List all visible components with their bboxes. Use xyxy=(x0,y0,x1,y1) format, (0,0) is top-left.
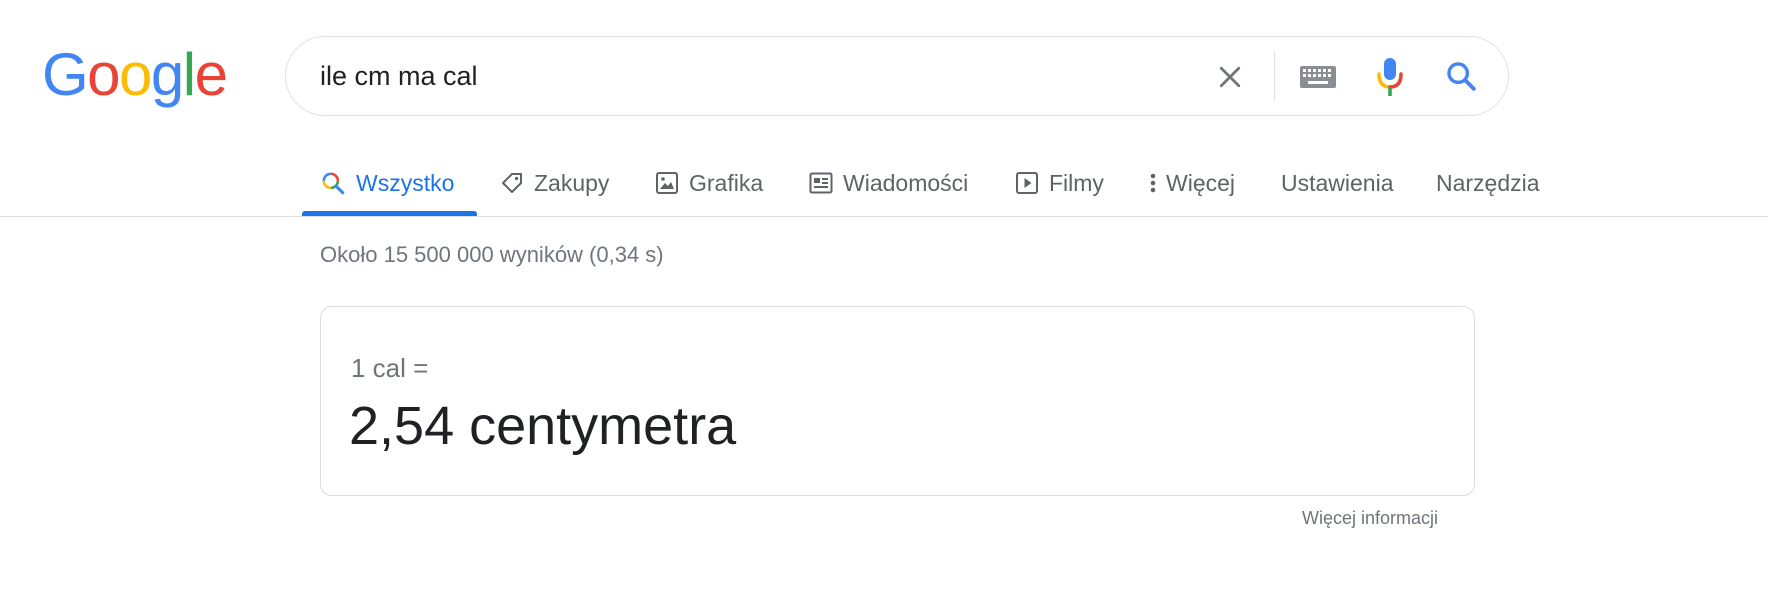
tabs-divider xyxy=(0,216,1768,217)
tab-videos[interactable]: Filmy xyxy=(1015,150,1104,216)
search-input[interactable] xyxy=(320,55,1180,97)
tab-news[interactable]: Wiadomości xyxy=(809,150,968,216)
logo-letter: o xyxy=(119,41,152,108)
search-multicolor-icon xyxy=(320,170,346,196)
google-logo[interactable]: Google xyxy=(42,40,228,110)
search-divider xyxy=(1274,51,1275,101)
tab-label: Wiadomości xyxy=(843,169,969,196)
result-stats: Około 15 500 000 wyników (0,34 s) xyxy=(320,242,664,267)
search-icon xyxy=(1447,62,1476,91)
search-box xyxy=(285,36,1509,116)
clear-search-button[interactable] xyxy=(1210,57,1250,97)
tab-label: Ustawienia xyxy=(1281,169,1394,196)
tab-shopping[interactable]: Zakupy xyxy=(500,150,609,216)
tab-label: Grafika xyxy=(689,169,764,196)
more-vertical-icon xyxy=(1148,171,1158,195)
tab-all[interactable]: Wszystko xyxy=(320,150,454,216)
tab-label: Narzędzia xyxy=(1436,169,1540,196)
search-tabs: Wszystko Zakupy Grafika Wiadomości Filmy… xyxy=(0,150,1768,216)
logo-letter: e xyxy=(194,41,228,108)
tab-label: Filmy xyxy=(1049,169,1104,196)
converter-source: 1 cal = xyxy=(351,353,429,383)
logo-letter: g xyxy=(150,41,184,108)
tag-icon xyxy=(500,171,524,195)
unit-converter-card: 1 cal = 2,54 centymetra xyxy=(320,306,1475,496)
tab-images[interactable]: Grafika xyxy=(655,150,763,216)
search-button[interactable] xyxy=(1440,55,1482,97)
close-icon xyxy=(1219,66,1241,88)
more-info-link[interactable]: Więcej informacji xyxy=(1302,508,1438,529)
image-icon xyxy=(655,171,679,195)
tab-label: Zakupy xyxy=(534,169,610,196)
logo-letter: l xyxy=(182,41,196,108)
keyboard-button[interactable] xyxy=(1298,57,1338,97)
tab-tools[interactable]: Narzędzia xyxy=(1436,150,1540,216)
tab-more[interactable]: Więcej xyxy=(1148,150,1235,216)
play-icon xyxy=(1015,171,1039,195)
tab-settings[interactable]: Ustawienia xyxy=(1281,150,1394,216)
tab-label: Więcej xyxy=(1166,169,1236,196)
logo-letter: o xyxy=(87,41,120,108)
tab-label: Wszystko xyxy=(356,169,455,196)
logo-letter: G xyxy=(42,41,89,108)
converter-result: 2,54 centymetra xyxy=(349,396,737,456)
voice-search-button[interactable] xyxy=(1370,53,1410,101)
newspaper-icon xyxy=(809,172,833,194)
keyboard-icon xyxy=(1300,66,1336,88)
microphone-icon xyxy=(1377,58,1403,96)
